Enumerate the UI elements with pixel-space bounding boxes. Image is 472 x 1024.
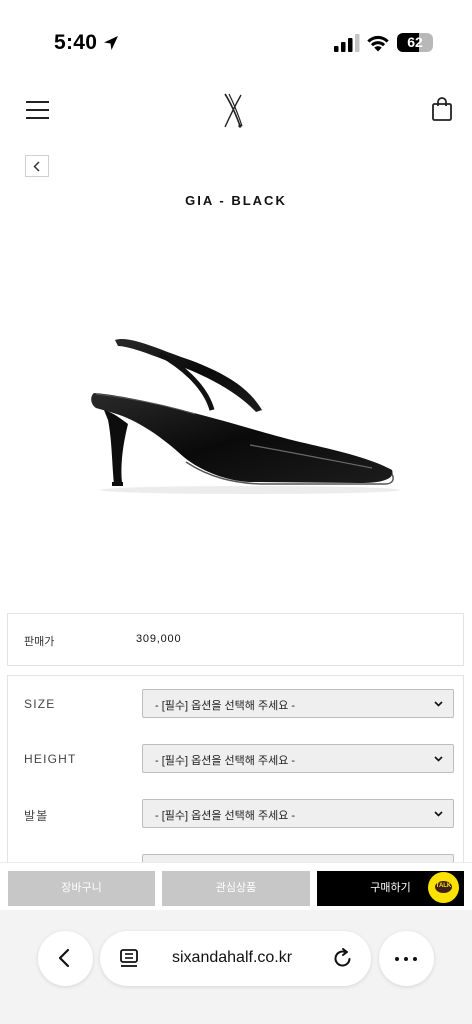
chevron-down-icon [434, 756, 443, 762]
site-header [0, 84, 472, 136]
wishlist-button[interactable]: 관심상품 [162, 871, 310, 906]
browser-toolbar: sixandahalf.co.kr [0, 910, 472, 1024]
option-height-label: HEIGHT [24, 752, 77, 766]
chevron-down-icon [434, 701, 443, 707]
wifi-icon [367, 35, 389, 52]
status-bar: 5:40 62 [0, 0, 472, 80]
back-button[interactable] [25, 155, 49, 177]
status-time: 5:40 [54, 31, 98, 54]
location-arrow-icon [104, 36, 118, 50]
battery-level: 62 [407, 34, 423, 50]
battery-icon: 62 [397, 33, 433, 52]
reload-icon[interactable] [332, 947, 354, 969]
chevron-down-icon [434, 811, 443, 817]
action-bar: 장바구니 관심상품 구매하기 [0, 862, 472, 910]
url-text[interactable]: sixandahalf.co.kr [172, 949, 292, 967]
more-icon [395, 957, 399, 961]
price-label: 판매가 [24, 636, 55, 648]
address-bar[interactable]: sixandahalf.co.kr [100, 931, 371, 986]
browser-back-button[interactable] [38, 931, 93, 986]
tabs-icon[interactable] [118, 948, 140, 970]
product-image [91, 339, 400, 494]
add-to-cart-button[interactable]: 장바구니 [8, 871, 155, 906]
height-select[interactable]: - [필수] 옵션을 선택해 주세요 - [142, 744, 454, 773]
signal-icon [334, 34, 360, 52]
price-box: 판매가 309,000 [7, 613, 464, 666]
hamburger-menu-icon[interactable] [26, 100, 49, 120]
shopping-bag-icon[interactable] [431, 96, 453, 122]
product-title: GIA - BLACK [185, 193, 287, 208]
width-select[interactable]: - [필수] 옵션을 선택해 주세요 - [142, 799, 454, 828]
option-width: 발볼 - [필수] 옵션을 선택해 주세요 - [8, 799, 463, 829]
price-value: 309,000 [136, 633, 182, 645]
width-select-value: - [필수] 옵션을 선택해 주세요 - [155, 810, 296, 822]
size-select-value: - [필수] 옵션을 선택해 주세요 - [155, 700, 296, 712]
height-select-value: - [필수] 옵션을 선택해 주세요 - [155, 755, 296, 767]
option-size-label: SIZE [24, 697, 56, 711]
more-button[interactable] [379, 931, 434, 986]
option-width-label: 발볼 [24, 809, 49, 823]
chevron-left-icon [58, 948, 70, 968]
size-select[interactable]: - [필수] 옵션을 선택해 주세요 - [142, 689, 454, 718]
option-size: SIZE - [필수] 옵션을 선택해 주세요 - [8, 689, 463, 719]
chevron-left-icon [33, 161, 40, 172]
kakao-talk-icon[interactable]: TALK [428, 872, 459, 903]
option-height: HEIGHT - [필수] 옵션을 선택해 주세요 - [8, 744, 463, 774]
options-box: SIZE - [필수] 옵션을 선택해 주세요 - HEIGHT - [필수] … [7, 675, 464, 875]
talk-label: TALK [435, 883, 452, 889]
brand-logo-icon[interactable] [220, 92, 246, 130]
